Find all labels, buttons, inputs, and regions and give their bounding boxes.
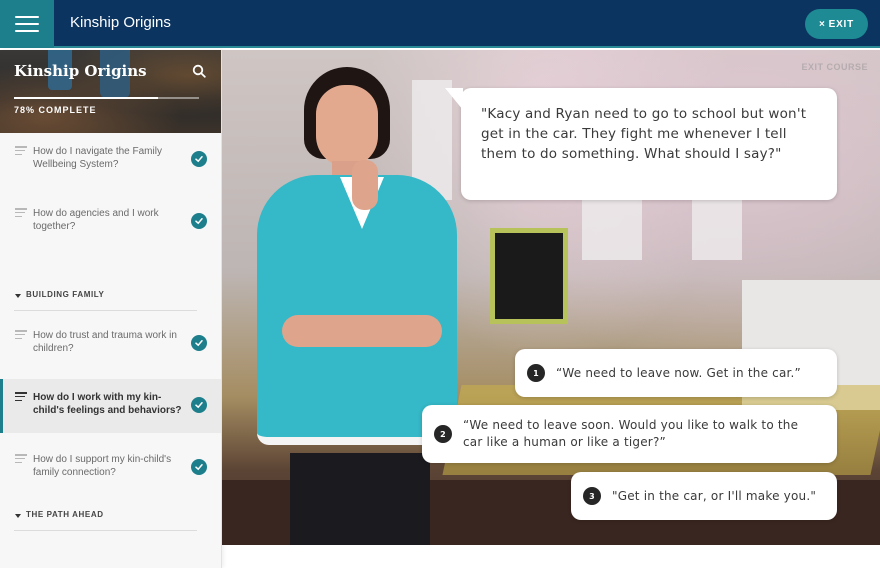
course-sidebar: Kinship Origins 78% COMPLETE How do I na… <box>0 50 222 568</box>
progress-label: 78% COMPLETE <box>14 105 97 115</box>
exit-button[interactable]: × EXIT <box>805 9 868 39</box>
lesson-item[interactable]: How do agencies and I work together? <box>0 195 221 257</box>
character-face <box>316 85 378 167</box>
lesson-lines-icon <box>15 146 27 155</box>
lesson-label: How do agencies and I work together? <box>33 208 159 232</box>
section-label: THE PATH AHEAD <box>26 510 104 519</box>
search-icon[interactable] <box>192 64 206 78</box>
choice-text: “We need to leave soon. Would you like t… <box>463 418 799 449</box>
character-image <box>252 65 462 545</box>
top-bar: Kinship Origins × EXIT <box>0 0 880 48</box>
check-icon <box>191 397 207 413</box>
app-title: Kinship Origins <box>70 14 171 31</box>
caret-down-icon <box>15 294 21 298</box>
section-divider <box>14 530 197 531</box>
response-choice-2[interactable]: 2 “We need to leave soon. Would you like… <box>422 405 837 463</box>
course-title: Kinship Origins <box>14 62 147 80</box>
choice-number-badge: 3 <box>583 487 601 505</box>
check-icon <box>191 213 207 229</box>
choice-text: “We need to leave now. Get in the car.” <box>556 365 801 380</box>
section-the-path-ahead[interactable]: THE PATH AHEAD <box>0 497 221 537</box>
background-window <box>692 190 742 260</box>
character-hand <box>352 160 378 210</box>
lesson-lines-icon <box>15 330 27 339</box>
lesson-label: How do I navigate the Family Wellbeing S… <box>33 146 162 170</box>
choice-number-badge: 1 <box>527 364 545 382</box>
lesson-label: How do I work with my kin-child's feelin… <box>33 392 182 416</box>
character-arms <box>282 315 442 347</box>
lesson-lines-icon <box>15 392 27 401</box>
menu-button[interactable] <box>0 0 54 48</box>
scenario-prompt-text: "Kacy and Ryan need to go to school but … <box>481 106 807 162</box>
lesson-item[interactable]: How do trust and trauma work in children… <box>0 317 221 379</box>
exit-course-link[interactable]: EXIT COURSE <box>801 62 868 72</box>
caret-down-icon <box>15 514 21 518</box>
response-choice-3[interactable]: 3 "Get in the car, or I'll make you." <box>571 472 837 520</box>
section-building-family[interactable]: BUILDING FAMILY <box>0 277 221 317</box>
character-pants <box>290 453 430 545</box>
exit-label: EXIT <box>828 18 855 30</box>
check-icon <box>191 335 207 351</box>
lesson-label: How do trust and trauma work in children… <box>33 330 177 354</box>
close-icon: × <box>818 18 826 30</box>
scenario-stage: EXIT COURSE "Kacy and Ryan need to go to… <box>222 50 880 545</box>
course-hero: Kinship Origins 78% COMPLETE <box>0 50 221 133</box>
lesson-lines-icon <box>15 208 27 217</box>
hamburger-icon <box>15 16 39 32</box>
lesson-item[interactable]: How do I navigate the Family Wellbeing S… <box>0 133 221 195</box>
scenario-prompt-bubble: "Kacy and Ryan need to go to school but … <box>445 88 837 200</box>
check-icon <box>191 459 207 475</box>
section-label: BUILDING FAMILY <box>26 290 105 299</box>
choice-number-badge: 2 <box>434 425 452 443</box>
lesson-lines-icon <box>15 454 27 463</box>
lesson-label: How do I support my kin-child's family c… <box>33 454 172 478</box>
response-choice-1[interactable]: 1 “We need to leave now. Get in the car.… <box>515 349 837 397</box>
course-progress-fill <box>14 97 159 99</box>
lesson-item-active[interactable]: How do I work with my kin-child's feelin… <box>0 379 221 433</box>
course-progress-bar <box>14 97 199 99</box>
check-icon <box>191 151 207 167</box>
lesson-list: How do I navigate the Family Wellbeing S… <box>0 133 221 537</box>
background-chalkboard <box>490 228 568 324</box>
choice-text: "Get in the car, or I'll make you." <box>612 488 817 503</box>
lesson-item[interactable]: How do I support my kin-child's family c… <box>0 441 221 503</box>
section-divider <box>14 310 197 311</box>
